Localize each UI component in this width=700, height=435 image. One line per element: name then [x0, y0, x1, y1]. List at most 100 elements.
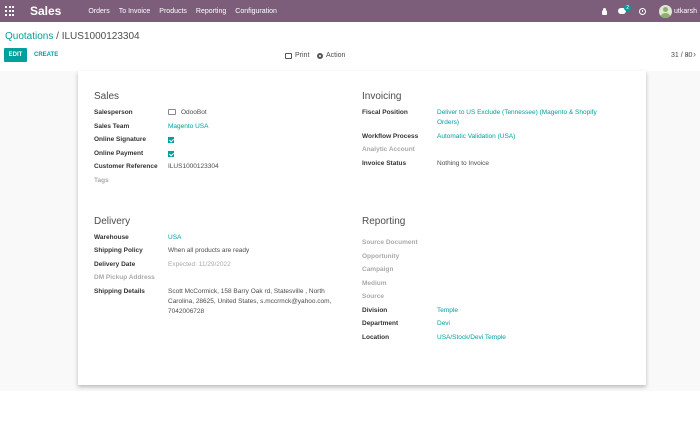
fiscal-position-line2: Orders)	[437, 119, 460, 126]
shipping-policy-row: Shipping Policy When all products are re…	[94, 246, 249, 256]
customer-reference-value: ILUS1000123304	[168, 163, 219, 170]
activity-clock-icon[interactable]	[639, 7, 647, 15]
form-sheet: Sales Salesperson OdooBot Sales Team Mag…	[78, 71, 646, 385]
shipping-details-line1: Scott McCormick, 158 Barry Oak rd, State…	[168, 288, 325, 295]
sales-group-title: Sales	[94, 91, 120, 102]
delivery-date-value: Expected: 11/29/2022	[168, 261, 231, 268]
delivery-group-title: Delivery	[94, 216, 131, 227]
invoice-status-label: Invoice Status	[362, 160, 407, 167]
sales-team-label: Sales Team	[94, 123, 130, 130]
edit-button[interactable]: EDIT	[4, 48, 27, 62]
breadcrumb-current: ILUS1000123304	[61, 31, 140, 42]
breadcrumb-separator: /	[56, 31, 59, 42]
medium-label: Medium	[362, 280, 387, 287]
action-button[interactable]: Action	[317, 52, 345, 59]
invoicing-group-title: Invoicing	[362, 91, 402, 102]
user-name[interactable]: utkarsh	[674, 8, 697, 15]
warehouse-row: Warehouse USA	[94, 233, 181, 243]
tags-row: Tags	[94, 176, 168, 186]
source-label: Source	[362, 293, 385, 300]
shipping-policy-value: When all products are ready	[168, 247, 250, 254]
user-avatar[interactable]	[659, 4, 673, 18]
delivery-date-label: Delivery Date	[94, 261, 136, 268]
main-menu: Orders To Invoice Products Reporting Con…	[88, 8, 286, 15]
fiscal-position-value[interactable]: Deliver to US Exclude (Tennessee) (Magen…	[437, 108, 597, 128]
source-document-row: Source Document	[362, 238, 437, 248]
source-row: Source	[362, 292, 437, 302]
dm-pickup-row: DM Pickup Address	[94, 273, 168, 283]
online-payment-label: Online Payment	[94, 150, 144, 157]
menu-reporting[interactable]: Reporting	[196, 8, 226, 15]
shipping-details-line3: 7042006728	[168, 308, 205, 315]
shipping-details-row: Shipping Details Scott McCormick, 158 Ba…	[94, 287, 331, 317]
pager-arrows: ‹ ›	[686, 49, 700, 59]
delivery-date-row: Delivery Date Expected: 11/29/2022	[94, 260, 231, 270]
top-navbar: Sales Orders To Invoice Products Reporti…	[0, 0, 700, 22]
systray: 2 utkarsh	[601, 0, 700, 22]
salesperson-value[interactable]: OdooBot	[168, 108, 207, 118]
workflow-process-value[interactable]: Automatic Validation (USA)	[437, 132, 515, 142]
salesperson-row: Salesperson OdooBot	[94, 108, 207, 118]
sales-team-row: Sales Team Magento USA	[94, 122, 208, 132]
department-label: Department	[362, 320, 399, 327]
invoice-status-row: Invoice Status Nothing to Invoice	[362, 159, 489, 169]
apps-grid-icon[interactable]	[5, 6, 15, 16]
breadcrumb: Quotations / ILUS1000123304	[5, 31, 140, 42]
fiscal-position-line1: Deliver to US Exclude (Tennessee) (Magen…	[437, 109, 597, 116]
medium-row: Medium	[362, 279, 437, 289]
customer-reference-row: Customer Reference ILUS1000123304	[94, 162, 219, 172]
menu-to-invoice[interactable]: To Invoice	[119, 8, 151, 15]
dm-pickup-label: DM Pickup Address	[94, 274, 155, 281]
department-value[interactable]: Devi	[437, 319, 450, 329]
tags-label: Tags	[94, 177, 109, 184]
online-payment-checkbox[interactable]	[168, 151, 174, 157]
reporting-group-title: Reporting	[362, 216, 406, 227]
online-signature-checkbox[interactable]	[168, 137, 174, 143]
analytic-account-row: Analytic Account	[362, 145, 437, 155]
warehouse-label: Warehouse	[94, 234, 129, 241]
robot-avatar-icon	[168, 109, 176, 116]
app-brand[interactable]: Sales	[30, 4, 61, 18]
customer-reference-label: Customer Reference	[94, 163, 158, 170]
pager-next-icon[interactable]: ›	[693, 49, 696, 59]
menu-products[interactable]: Products	[159, 8, 187, 15]
shipping-policy-label: Shipping Policy	[94, 247, 143, 254]
online-signature-label: Online Signature	[94, 136, 147, 143]
menu-orders[interactable]: Orders	[88, 8, 109, 15]
online-payment-row: Online Payment	[94, 149, 174, 159]
create-button[interactable]: CREATE	[34, 48, 58, 62]
printer-icon	[285, 52, 292, 59]
invoice-status-value: Nothing to Invoice	[437, 160, 490, 167]
print-label: Print	[295, 52, 310, 59]
breadcrumb-quotations[interactable]: Quotations	[5, 31, 53, 42]
print-button[interactable]: Print	[285, 52, 309, 59]
location-value[interactable]: USA/Stock/Devi Temple	[437, 333, 506, 343]
salesperson-label: Salesperson	[94, 109, 133, 116]
opportunity-row: Opportunity	[362, 252, 437, 262]
form-canvas: Sales Salesperson OdooBot Sales Team Mag…	[0, 71, 700, 391]
location-row: Location USA/Stock/Devi Temple	[362, 333, 506, 343]
pager-previous-icon[interactable]: ‹	[686, 49, 689, 59]
menu-configuration[interactable]: Configuration	[235, 8, 277, 15]
campaign-label: Campaign	[362, 266, 394, 273]
action-label: Action	[326, 52, 346, 59]
sales-team-value[interactable]: Magento USA	[168, 122, 208, 132]
shipping-details-value: Scott McCormick, 158 Barry Oak rd, State…	[168, 287, 331, 317]
workflow-process-row: Workflow Process Automatic Validation (U…	[362, 132, 515, 142]
salesperson-name: OdooBot	[181, 109, 207, 116]
debug-bug-icon[interactable]	[601, 7, 608, 15]
opportunity-label: Opportunity	[362, 253, 400, 260]
department-row: Department Devi	[362, 319, 450, 329]
online-signature-row: Online Signature	[94, 135, 174, 145]
campaign-row: Campaign	[362, 265, 437, 275]
warehouse-value[interactable]: USA	[168, 233, 181, 243]
division-label: Division	[362, 307, 388, 314]
shipping-details-label: Shipping Details	[94, 288, 145, 295]
division-row: Division Temple	[362, 306, 458, 316]
analytic-account-label: Analytic Account	[362, 146, 415, 153]
fiscal-position-label: Fiscal Position	[362, 109, 408, 116]
workflow-process-label: Workflow Process	[362, 133, 419, 140]
division-value[interactable]: Temple	[437, 306, 458, 316]
shipping-details-line2: Carolina, 28625, United States, s.mccrmc…	[168, 298, 332, 305]
chat-count-badge: 2	[624, 5, 632, 11]
